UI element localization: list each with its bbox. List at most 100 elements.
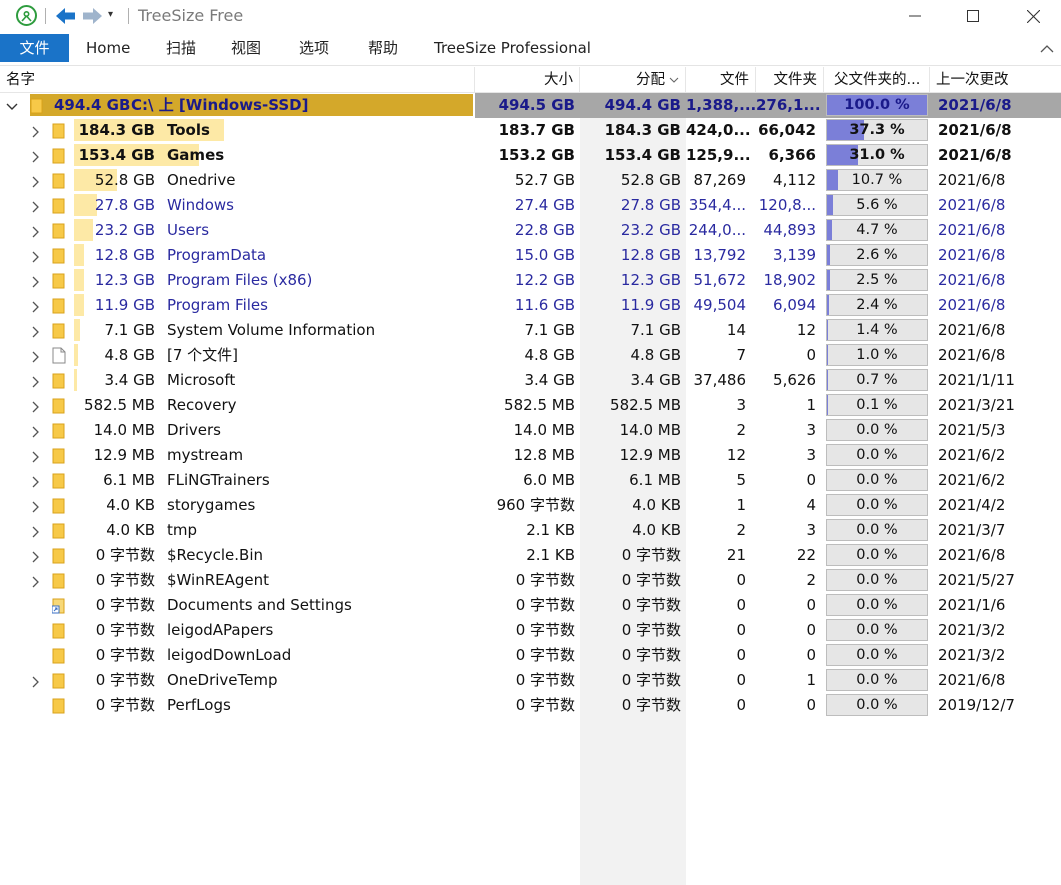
folder-row[interactable]: 23.2 GB Users 22.8 GB 23.2 GB 244,0... 44,893… (0, 218, 1061, 243)
column-percent-of-parent[interactable]: 父文件夹的... (824, 67, 930, 93)
expand-chevron-icon[interactable] (30, 474, 42, 488)
column-last-modified[interactable]: 上一次更改 (930, 67, 1050, 93)
folder-row[interactable]: 7.1 GB System Volume Information 7.1 GB 7.1… (0, 318, 1061, 343)
column-name[interactable]: 名字 (0, 67, 475, 93)
tab-treesize-professional[interactable]: TreeSize Professional (434, 34, 591, 62)
forward-arrow-icon[interactable] (81, 6, 103, 26)
maximize-button[interactable] (950, 0, 996, 32)
files-count: 49,504 (693, 296, 747, 314)
expand-chevron-icon[interactable] (30, 349, 42, 363)
folder-row[interactable]: 0 字节数 $WinREAgent 0 字节数 0 字节数 0 2 0.0 % 2021/5/… (0, 568, 1061, 593)
folder-row[interactable]: 14.0 MB Drivers 14.0 MB 14.0 MB 2 3 0.0 % 2021/… (0, 418, 1061, 443)
percent-bar: 0.0 % (826, 519, 928, 541)
back-arrow-icon[interactable] (55, 6, 77, 26)
expand-chevron-icon[interactable] (30, 199, 42, 213)
folder-name: leigodAPapers (167, 621, 274, 639)
expand-chevron-icon[interactable] (30, 224, 42, 238)
folders-count: 12 (796, 321, 816, 339)
folder-row[interactable]: 582.5 MB Recovery 582.5 MB 582.5 MB 3 1 0.1 % 2… (0, 393, 1061, 418)
percent-bar: 0.0 % (826, 569, 928, 591)
percent-text: 4.7 % (856, 222, 898, 238)
percent-text: 0.0 % (856, 447, 898, 463)
folder-row[interactable]: 52.8 GB Onedrive 52.7 GB 52.8 GB 87,269 4,112… (0, 168, 1061, 193)
folder-row[interactable]: 4.8 GB [7 个文件] 4.8 GB 4.8 GB 7 0 1.0 % 2021/6/8 (0, 343, 1061, 368)
tab-scan[interactable]: 扫描 (166, 34, 196, 62)
folder-row[interactable]: 12.3 GB Program Files (x86) 12.2 GB 12.3 GB… (0, 268, 1061, 293)
folder-row[interactable]: 153.4 GB Games 153.2 GB 153.4 GB 125,9... 6,3… (0, 143, 1061, 168)
folder-row[interactable]: 0 字节数 OneDriveTemp 0 字节数 0 字节数 0 1 0.0 % 2021/6… (0, 668, 1061, 693)
allocated-value: 0 字节数 (621, 671, 681, 689)
percent-bar: 0.0 % (826, 594, 928, 616)
folder-row[interactable]: 0 字节数 $Recycle.Bin 2.1 KB 0 字节数 21 22 0.0 % 202… (0, 543, 1061, 568)
tab-file[interactable]: 文件 (0, 34, 69, 62)
folder-row[interactable]: 27.8 GB Windows 27.4 GB 27.8 GB 354,4... 120,… (0, 193, 1061, 218)
column-folders[interactable]: 文件夹 (756, 67, 824, 93)
folder-row[interactable]: 4.0 KB tmp 2.1 KB 4.0 KB 2 3 0.0 % 2021/3/7 (0, 518, 1061, 543)
expand-chevron-icon[interactable] (30, 274, 42, 288)
folder-row[interactable]: 12.8 GB ProgramData 15.0 GB 12.8 GB 13,792 3,… (0, 243, 1061, 268)
expand-chevron-icon[interactable] (30, 674, 42, 688)
size-label: 12.9 MB (93, 446, 155, 464)
files-count: 244,0... (688, 221, 746, 239)
files-count: 0 (736, 646, 746, 664)
expand-chevron-icon[interactable] (30, 149, 42, 163)
folder-row[interactable]: 0 字节数 leigodAPapers 0 字节数 0 字节数 0 0 0.0 % 2021/… (0, 618, 1061, 643)
expand-chevron-icon[interactable] (30, 374, 42, 388)
folders-count: 0 (806, 696, 816, 714)
column-allocated[interactable]: 分配 (580, 67, 686, 93)
treesize-logo-icon[interactable] (16, 5, 37, 26)
close-button[interactable] (1010, 0, 1056, 32)
tab-options[interactable]: 选项 (299, 34, 329, 62)
expand-chevron-icon[interactable] (30, 499, 42, 513)
quick-access-dropdown-icon[interactable]: ▾ (108, 9, 113, 20)
allocated-value: 14.0 MB (619, 421, 681, 439)
files-count: 51,672 (693, 271, 747, 289)
folders-count: 66,042 (758, 121, 816, 139)
expand-chevron-icon[interactable] (30, 299, 42, 313)
folders-count: 5,626 (773, 371, 816, 389)
size-label: 0 字节数 (95, 646, 155, 664)
allocated-value: 184.3 GB (604, 121, 681, 139)
expand-chevron-icon[interactable] (30, 399, 42, 413)
folder-row[interactable]: 0 字节数 PerfLogs 0 字节数 0 字节数 0 0 0.0 % 2019/12/7 (0, 693, 1061, 718)
folder-row[interactable]: 12.9 MB mystream 12.8 MB 12.9 MB 12 3 0.0 % 202… (0, 443, 1061, 468)
tab-help[interactable]: 帮助 (368, 34, 398, 62)
expand-chevron-icon[interactable] (30, 574, 42, 588)
size-label: 0 字节数 (95, 596, 155, 614)
size-value: 14.0 MB (513, 421, 575, 439)
column-files[interactable]: 文件 (686, 67, 756, 93)
percent-bar: 1.0 % (826, 344, 928, 366)
folder-row[interactable]: 4.0 KB storygames 960 字节数 4.0 KB 1 4 0.0 % 2021… (0, 493, 1061, 518)
root-size: 494.5 GB (498, 96, 575, 114)
expand-chevron-icon[interactable] (30, 449, 42, 463)
folder-row[interactable]: 6.1 MB FLiNGTrainers 6.0 MB 6.1 MB 5 0 0.0 % 20… (0, 468, 1061, 493)
folder-row[interactable]: 3.4 GB Microsoft 3.4 GB 3.4 GB 37,486 5,626 0.… (0, 368, 1061, 393)
folder-row[interactable]: 11.9 GB Program Files 11.6 GB 11.9 GB 49,504… (0, 293, 1061, 318)
tab-view[interactable]: 视图 (231, 34, 261, 62)
size-value: 2.1 KB (526, 546, 575, 564)
files-count: 0 (736, 571, 746, 589)
expand-chevron-icon[interactable] (30, 249, 42, 263)
expand-chevron-icon[interactable] (30, 524, 42, 538)
minimize-button[interactable] (892, 0, 938, 32)
folders-count: 1 (806, 396, 816, 414)
folders-count: 18,902 (763, 271, 817, 289)
tab-home[interactable]: Home (86, 34, 130, 62)
files-count: 2 (736, 421, 746, 439)
folder-row[interactable]: 0 字节数 Documents and Settings 0 字节数 0 字节数 0 0 0… (0, 593, 1061, 618)
expand-chevron-icon[interactable] (30, 424, 42, 438)
expand-chevron-icon[interactable] (30, 549, 42, 563)
expand-chevron-icon[interactable] (30, 124, 42, 138)
size-value: 12.8 MB (513, 446, 575, 464)
expand-chevron-icon[interactable] (30, 324, 42, 338)
folder-row[interactable]: 184.3 GB Tools 183.7 GB 184.3 GB 424,0... 66,… (0, 118, 1061, 143)
size-label: 0 字节数 (95, 571, 155, 589)
expand-ribbon-chevron-icon[interactable] (1040, 40, 1054, 58)
folder-row[interactable]: 0 字节数 leigodDownLoad 0 字节数 0 字节数 0 0 0.0 % 2021… (0, 643, 1061, 668)
ribbon-tabs: 文件 Home 扫描 视图 选项 帮助 TreeSize Professiona… (0, 34, 1061, 66)
root-drive-row[interactable]: 494.4 GB C:\ 上 [Windows-SSD] 494.5 GB 49… (0, 93, 1061, 118)
folder-name: tmp (167, 521, 198, 539)
collapse-chevron-icon[interactable] (6, 99, 18, 111)
expand-chevron-icon[interactable] (30, 174, 42, 188)
column-size[interactable]: 大小 (475, 67, 580, 93)
